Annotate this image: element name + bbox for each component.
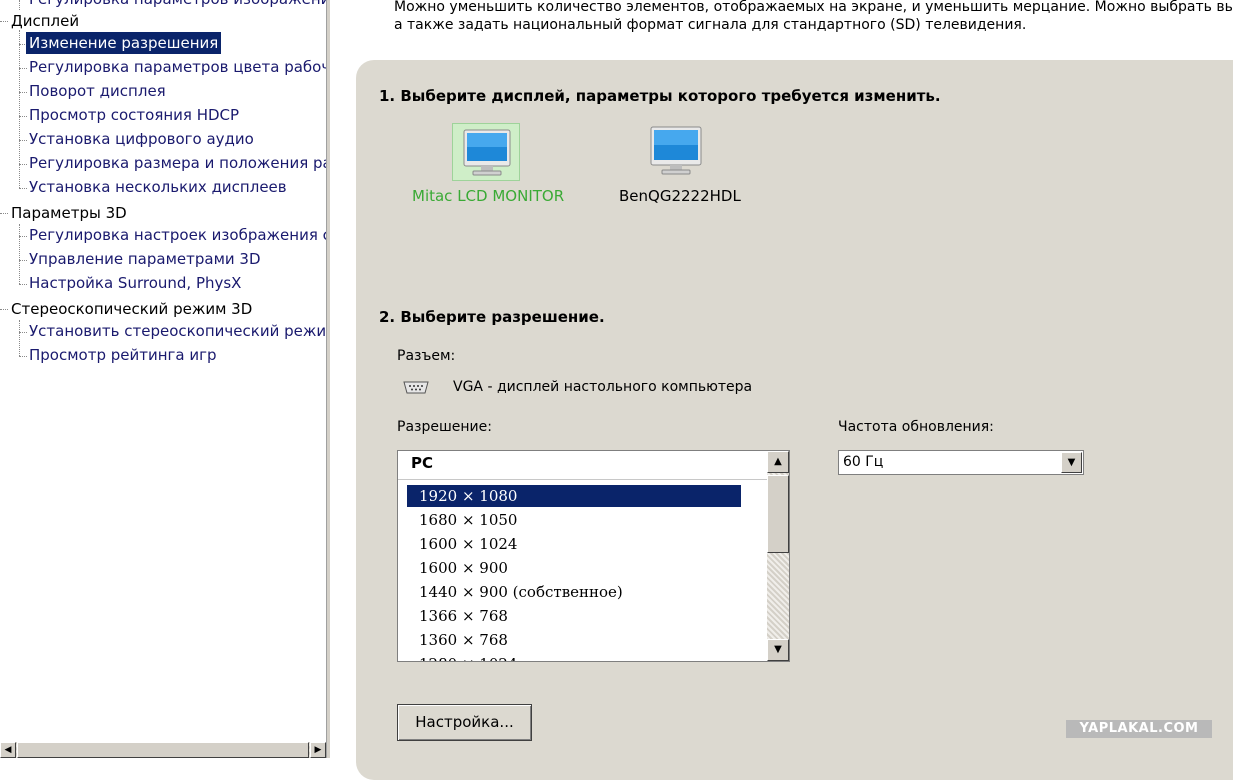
section1-title: 1. Выберите дисплей, параметры которого …: [379, 87, 941, 105]
connector-label: Разъем:: [397, 348, 456, 364]
tree-item-color-settings[interactable]: Регулировка параметров цвета рабочег: [26, 56, 326, 78]
tree-line: [19, 320, 20, 356]
tree-item-label: Регулировка параметров цвета рабочег: [29, 58, 326, 76]
tree-item-label: Настройка Surround, PhysX: [29, 274, 242, 292]
scrollbar-thumb[interactable]: [767, 475, 789, 553]
monitor-icon: [463, 129, 511, 176]
tree-item-label: Регулировка параметров изображения: [26, 0, 326, 10]
scrollbar-thumb[interactable]: [17, 742, 309, 758]
tree-item-label: Управление параметрами 3D: [29, 250, 261, 268]
page-description-line2: а также задать национальный формат сигна…: [394, 17, 1027, 33]
resolution-item[interactable]: 1600 × 1024: [407, 533, 741, 555]
tree-expander[interactable]: [0, 309, 8, 310]
tree-expander[interactable]: [0, 213, 8, 214]
scroll-down-icon[interactable]: ▼: [767, 639, 789, 661]
tree-item-hdcp-status[interactable]: Просмотр состояния HDCP: [26, 104, 242, 126]
tree-item-label: Установка цифрового аудио: [29, 130, 254, 148]
tree-item-label: Установить стереоскопический режим 3: [29, 322, 326, 340]
tree-item-change-resolution[interactable]: Изменение разрешения: [26, 32, 222, 54]
monitor-icon: [650, 126, 702, 175]
tree-category-stereo[interactable]: Стереоскопический режим 3D: [8, 298, 255, 320]
tree-item-rotate-display[interactable]: Поворот дисплея: [26, 80, 169, 102]
tree-category-display[interactable]: Дисплей: [8, 10, 82, 32]
resolution-item[interactable]: 1600 × 900: [407, 557, 741, 579]
watermark-logo: YAPLAKAL.COM: [1066, 720, 1212, 738]
tree-line: [19, 0, 20, 10]
resolution-list[interactable]: PC 1920 × 1080 1680 × 1050 1600 × 1024 1…: [397, 450, 790, 662]
navigation-tree: Регулировка параметров изображения Диспл…: [0, 0, 326, 758]
tree-item-game-ratings[interactable]: Просмотр рейтинга игр: [26, 344, 220, 366]
tree-item-manage-3d[interactable]: Управление параметрами 3D: [26, 248, 264, 270]
tree-expander[interactable]: [0, 21, 8, 22]
page-description-line1: Можно уменьшить количество элементов, от…: [394, 0, 1233, 15]
tree-item-digital-audio[interactable]: Установка цифрового аудио: [26, 128, 257, 150]
resolution-item[interactable]: 1366 × 768: [407, 605, 741, 627]
connector-value: VGA - дисплей настольного компьютера: [453, 379, 753, 395]
scroll-right-icon[interactable]: ▶: [310, 742, 326, 758]
resolution-item[interactable]: 1360 × 768: [407, 629, 741, 651]
resolution-item[interactable]: 1920 × 1080: [407, 485, 741, 507]
settings-button[interactable]: Настройка...: [397, 704, 532, 741]
resolution-item[interactable]: 1440 × 900 (собственное): [407, 581, 741, 603]
display-tile-mitac[interactable]: [452, 123, 520, 181]
scroll-left-icon[interactable]: ◀: [0, 742, 16, 758]
display-tile-benq[interactable]: [643, 123, 711, 181]
display-name-mitac[interactable]: Mitac LCD MONITOR: [412, 187, 564, 205]
resolution-item[interactable]: 1680 × 1050: [407, 509, 741, 531]
tree-horizontal-scrollbar[interactable]: ◀ ▶: [0, 742, 326, 758]
resolution-label: Разрешение:: [397, 419, 492, 435]
tree-item-surround-physx[interactable]: Настройка Surround, PhysX: [26, 272, 244, 294]
section2-title: 2. Выберите разрешение.: [379, 308, 605, 326]
tree-item-multiple-displays[interactable]: Установка нескольких дисплеев: [26, 176, 290, 198]
tree-item-label: Просмотр состояния HDCP: [29, 106, 240, 124]
tree-item-image-settings-preview[interactable]: Регулировка настроек изображения с пр: [26, 224, 326, 246]
tree-item-label: Изменение разрешения: [26, 32, 222, 54]
tree-item-label: Просмотр рейтинга игр: [29, 346, 217, 364]
tree-category-3d[interactable]: Параметры 3D: [8, 202, 130, 224]
tree-item-clipped[interactable]: Регулировка параметров изображения: [26, 0, 326, 10]
tree-item-desktop-size[interactable]: Регулировка размера и положения рабо: [26, 152, 326, 174]
vga-connector-icon: [403, 381, 429, 394]
tree-category-label: Параметры 3D: [11, 204, 127, 222]
tree-item-label: Установка нескольких дисплеев: [29, 178, 287, 196]
list-group-header: PC: [411, 454, 434, 472]
display-name-benq[interactable]: BenQG2222HDL: [619, 187, 741, 205]
refresh-rate-value: 60 Гц: [843, 454, 884, 470]
tree-line: [19, 224, 20, 284]
refresh-rate-label: Частота обновления:: [838, 419, 994, 435]
chevron-down-icon[interactable]: ▼: [1061, 452, 1082, 473]
tree-item-label: Регулировка размера и положения рабо: [29, 154, 326, 172]
resolution-item[interactable]: 1280 × 1024: [407, 653, 741, 661]
list-separator: [398, 479, 767, 480]
resolution-list-scrollbar[interactable]: ▲ ▼: [767, 451, 789, 661]
tree-item-label: Поворот дисплея: [29, 82, 166, 100]
tree-category-label: Стереоскопический режим 3D: [11, 300, 253, 318]
refresh-rate-select[interactable]: 60 Гц ▼: [838, 450, 1084, 475]
tree-item-label: Регулировка настроек изображения с пр: [29, 226, 326, 244]
tree-item-set-stereo[interactable]: Установить стереоскопический режим 3: [26, 320, 326, 342]
tree-category-label: Дисплей: [11, 12, 80, 30]
scroll-up-icon[interactable]: ▲: [767, 451, 789, 473]
